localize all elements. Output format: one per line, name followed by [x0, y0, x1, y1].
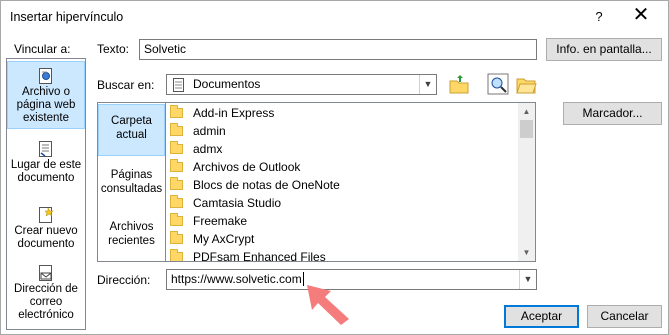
list-item[interactable]: Blocs de notas de OneNote [170, 176, 510, 194]
scroll-up-icon[interactable]: ▲ [518, 103, 535, 120]
list-item[interactable]: Camtasia Studio [170, 194, 510, 212]
globe-search-icon [487, 73, 509, 95]
tab-current-folder[interactable]: Carpeta actual [98, 104, 165, 156]
ok-button[interactable]: Aceptar [504, 305, 579, 328]
open-folder-icon [516, 78, 537, 94]
up-folder-icon [449, 75, 469, 94]
folder-icon [170, 231, 183, 244]
list-item[interactable]: My AxCrypt [170, 230, 510, 248]
address-label: Dirección: [97, 273, 151, 287]
folder-icon [170, 249, 183, 261]
list-item[interactable]: Add-in Express [170, 104, 510, 122]
file-list: Add-in Express admin admx Archivos de Ou… [166, 102, 536, 262]
link-to-place-in-document[interactable]: Lugar de este documento [7, 137, 85, 193]
text-to-display-input[interactable]: Solvetic [139, 39, 537, 60]
screentip-button[interactable]: Info. en pantalla... [546, 38, 662, 61]
link-to-new-document-label: Crear nuevo documento [14, 225, 78, 250]
list-item[interactable]: PDFsam Enhanced Files [170, 248, 510, 261]
title-bar: Insertar hipervínculo ? ✕ [1, 1, 668, 33]
scroll-thumb[interactable] [520, 120, 533, 138]
cancel-button[interactable]: Cancelar [587, 305, 662, 328]
annotation-arrow-icon [307, 285, 349, 325]
help-button[interactable]: ? [591, 9, 607, 24]
folder-icon [170, 141, 183, 154]
chevron-down-icon[interactable]: ▼ [519, 270, 536, 289]
up-folder-button[interactable] [448, 73, 470, 95]
link-to-email-address[interactable]: Dirección de correo electrónico [7, 261, 85, 327]
close-button[interactable]: ✕ [629, 5, 653, 25]
link-to-place-label: Lugar de este documento [10, 159, 82, 184]
scroll-down-icon[interactable]: ▼ [518, 244, 535, 261]
list-item[interactable]: admx [170, 140, 510, 158]
folder-icon [170, 123, 183, 136]
link-to-existing-label: Archivo o página web existente [16, 86, 76, 124]
tab-browsed-pages[interactable]: Páginas consultadas [98, 163, 165, 205]
link-to-bar: Archivo o página web existente Lugar de … [6, 58, 86, 330]
list-item[interactable]: Freemake [170, 212, 510, 230]
tab-recent-files[interactable]: Archivos recientes [98, 215, 165, 257]
folder-icon [170, 213, 183, 226]
folder-icon [170, 195, 183, 208]
bookmark-button[interactable]: Marcador... [563, 102, 662, 125]
look-in-combo[interactable]: Documentos ▼ [166, 74, 437, 95]
link-to-email-label: Dirección de correo electrónico [14, 283, 78, 321]
document-place-icon [39, 141, 53, 157]
browse-web-button[interactable] [487, 73, 509, 95]
chevron-down-icon[interactable]: ▼ [419, 75, 436, 94]
list-item[interactable]: admin [170, 122, 510, 140]
file-list-scrollbar[interactable]: ▲ ▼ [518, 103, 535, 261]
new-document-icon [39, 207, 54, 223]
folder-icon [170, 159, 183, 172]
web-page-icon [39, 68, 53, 84]
list-item[interactable]: Archivos de Outlook [170, 158, 510, 176]
browse-file-button[interactable] [515, 73, 537, 95]
link-to-existing-file-or-web-page[interactable]: Archivo o página web existente [7, 61, 85, 129]
link-to-label: Vincular a: [14, 42, 71, 56]
look-in-label: Buscar en: [97, 78, 155, 92]
link-to-create-new-document[interactable]: Crear nuevo documento [7, 203, 85, 259]
folder-icon [170, 105, 183, 118]
insert-hyperlink-dialog: Insertar hipervínculo ? ✕ Vincular a: Ar… [0, 0, 669, 335]
address-value: https://www.solvetic.com [171, 272, 302, 286]
email-icon [39, 265, 53, 281]
folder-icon [170, 177, 183, 190]
look-in-value: Documentos [193, 77, 261, 91]
text-to-display-label: Texto: [97, 42, 130, 56]
view-tabs: Carpeta actual Páginas consultadas Archi… [97, 102, 166, 262]
dialog-title: Insertar hipervínculo [10, 10, 124, 24]
documents-folder-icon [173, 78, 185, 94]
